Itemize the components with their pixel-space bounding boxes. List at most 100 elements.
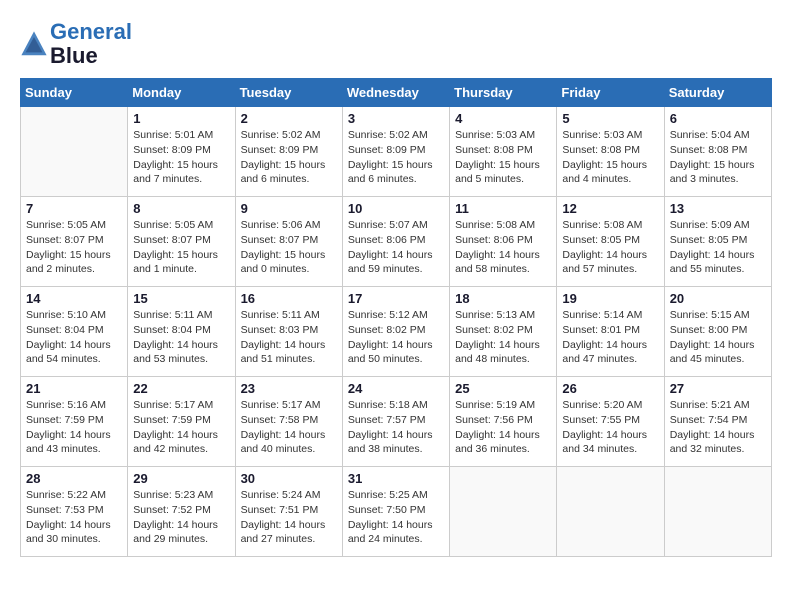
day-number: 24 — [348, 381, 444, 396]
day-number: 25 — [455, 381, 551, 396]
day-info: Sunrise: 5:17 AM Sunset: 7:58 PM Dayligh… — [241, 398, 337, 457]
logo-text-line1: General — [50, 20, 132, 44]
day-info: Sunrise: 5:11 AM Sunset: 8:03 PM Dayligh… — [241, 308, 337, 367]
calendar-cell: 5 Sunrise: 5:03 AM Sunset: 8:08 PM Daylig… — [557, 107, 664, 197]
day-info: Sunrise: 5:11 AM Sunset: 8:04 PM Dayligh… — [133, 308, 229, 367]
day-info: Sunrise: 5:01 AM Sunset: 8:09 PM Dayligh… — [133, 128, 229, 187]
day-info: Sunrise: 5:19 AM Sunset: 7:56 PM Dayligh… — [455, 398, 551, 457]
day-info: Sunrise: 5:03 AM Sunset: 8:08 PM Dayligh… — [562, 128, 658, 187]
calendar-cell: 18 Sunrise: 5:13 AM Sunset: 8:02 PM Dayli… — [450, 287, 557, 377]
day-number: 4 — [455, 111, 551, 126]
logo-text-line2: Blue — [50, 44, 132, 68]
day-info: Sunrise: 5:02 AM Sunset: 8:09 PM Dayligh… — [348, 128, 444, 187]
calendar-cell: 6 Sunrise: 5:04 AM Sunset: 8:08 PM Daylig… — [664, 107, 771, 197]
day-number: 26 — [562, 381, 658, 396]
calendar-cell: 20 Sunrise: 5:15 AM Sunset: 8:00 PM Dayli… — [664, 287, 771, 377]
day-number: 28 — [26, 471, 122, 486]
calendar-cell — [557, 467, 664, 557]
calendar-header-wednesday: Wednesday — [342, 79, 449, 107]
day-number: 1 — [133, 111, 229, 126]
day-info: Sunrise: 5:09 AM Sunset: 8:05 PM Dayligh… — [670, 218, 766, 277]
calendar-week-row-2: 7 Sunrise: 5:05 AM Sunset: 8:07 PM Daylig… — [21, 197, 772, 287]
calendar-cell: 26 Sunrise: 5:20 AM Sunset: 7:55 PM Dayli… — [557, 377, 664, 467]
day-info: Sunrise: 5:24 AM Sunset: 7:51 PM Dayligh… — [241, 488, 337, 547]
day-number: 14 — [26, 291, 122, 306]
day-number: 7 — [26, 201, 122, 216]
day-info: Sunrise: 5:17 AM Sunset: 7:59 PM Dayligh… — [133, 398, 229, 457]
calendar-cell: 27 Sunrise: 5:21 AM Sunset: 7:54 PM Dayli… — [664, 377, 771, 467]
day-info: Sunrise: 5:06 AM Sunset: 8:07 PM Dayligh… — [241, 218, 337, 277]
calendar-cell: 11 Sunrise: 5:08 AM Sunset: 8:06 PM Dayli… — [450, 197, 557, 287]
calendar-header-sunday: Sunday — [21, 79, 128, 107]
calendar-week-row-5: 28 Sunrise: 5:22 AM Sunset: 7:53 PM Dayli… — [21, 467, 772, 557]
day-number: 31 — [348, 471, 444, 486]
calendar-header-thursday: Thursday — [450, 79, 557, 107]
day-number: 18 — [455, 291, 551, 306]
day-info: Sunrise: 5:16 AM Sunset: 7:59 PM Dayligh… — [26, 398, 122, 457]
day-info: Sunrise: 5:13 AM Sunset: 8:02 PM Dayligh… — [455, 308, 551, 367]
calendar-cell — [664, 467, 771, 557]
calendar-cell: 1 Sunrise: 5:01 AM Sunset: 8:09 PM Daylig… — [128, 107, 235, 197]
day-number: 11 — [455, 201, 551, 216]
day-info: Sunrise: 5:07 AM Sunset: 8:06 PM Dayligh… — [348, 218, 444, 277]
calendar-header-row: SundayMondayTuesdayWednesdayThursdayFrid… — [21, 79, 772, 107]
day-info: Sunrise: 5:02 AM Sunset: 8:09 PM Dayligh… — [241, 128, 337, 187]
day-number: 15 — [133, 291, 229, 306]
day-number: 22 — [133, 381, 229, 396]
calendar-cell: 21Sunrise: 5:16 AM Sunset: 7:59 PM Dayli… — [21, 377, 128, 467]
calendar-cell: 29 Sunrise: 5:23 AM Sunset: 7:52 PM Dayli… — [128, 467, 235, 557]
day-info: Sunrise: 5:12 AM Sunset: 8:02 PM Dayligh… — [348, 308, 444, 367]
day-number: 19 — [562, 291, 658, 306]
calendar: SundayMondayTuesdayWednesdayThursdayFrid… — [20, 78, 772, 557]
calendar-cell: 19 Sunrise: 5:14 AM Sunset: 8:01 PM Dayli… — [557, 287, 664, 377]
calendar-cell: 8 Sunrise: 5:05 AM Sunset: 8:07 PM Daylig… — [128, 197, 235, 287]
day-number: 30 — [241, 471, 337, 486]
day-info: Sunrise: 5:03 AM Sunset: 8:08 PM Dayligh… — [455, 128, 551, 187]
day-info: Sunrise: 5:18 AM Sunset: 7:57 PM Dayligh… — [348, 398, 444, 457]
calendar-cell: 13Sunrise: 5:09 AM Sunset: 8:05 PM Dayli… — [664, 197, 771, 287]
logo-icon — [20, 30, 48, 58]
day-info: Sunrise: 5:08 AM Sunset: 8:06 PM Dayligh… — [455, 218, 551, 277]
calendar-cell: 22 Sunrise: 5:17 AM Sunset: 7:59 PM Dayli… — [128, 377, 235, 467]
calendar-cell: 9 Sunrise: 5:06 AM Sunset: 8:07 PM Daylig… — [235, 197, 342, 287]
calendar-header-tuesday: Tuesday — [235, 79, 342, 107]
day-number: 17 — [348, 291, 444, 306]
day-number: 16 — [241, 291, 337, 306]
day-number: 20 — [670, 291, 766, 306]
day-info: Sunrise: 5:04 AM Sunset: 8:08 PM Dayligh… — [670, 128, 766, 187]
calendar-cell: 3 Sunrise: 5:02 AM Sunset: 8:09 PM Daylig… — [342, 107, 449, 197]
day-info: Sunrise: 5:23 AM Sunset: 7:52 PM Dayligh… — [133, 488, 229, 547]
calendar-cell: 23 Sunrise: 5:17 AM Sunset: 7:58 PM Dayli… — [235, 377, 342, 467]
header: General Blue — [20, 20, 772, 68]
day-info: Sunrise: 5:15 AM Sunset: 8:00 PM Dayligh… — [670, 308, 766, 367]
day-number: 8 — [133, 201, 229, 216]
day-number: 12 — [562, 201, 658, 216]
calendar-week-row-1: 1 Sunrise: 5:01 AM Sunset: 8:09 PM Daylig… — [21, 107, 772, 197]
day-number: 5 — [562, 111, 658, 126]
day-number: 29 — [133, 471, 229, 486]
day-number: 10 — [348, 201, 444, 216]
day-number: 27 — [670, 381, 766, 396]
calendar-header-monday: Monday — [128, 79, 235, 107]
day-number: 23 — [241, 381, 337, 396]
logo: General Blue — [20, 20, 132, 68]
calendar-cell: 16 Sunrise: 5:11 AM Sunset: 8:03 PM Dayli… — [235, 287, 342, 377]
day-info: Sunrise: 5:08 AM Sunset: 8:05 PM Dayligh… — [562, 218, 658, 277]
day-number: 6 — [670, 111, 766, 126]
calendar-header-friday: Friday — [557, 79, 664, 107]
calendar-cell: 25 Sunrise: 5:19 AM Sunset: 7:56 PM Dayli… — [450, 377, 557, 467]
day-info: Sunrise: 5:10 AM Sunset: 8:04 PM Dayligh… — [26, 308, 122, 367]
day-info: Sunrise: 5:22 AM Sunset: 7:53 PM Dayligh… — [26, 488, 122, 547]
day-info: Sunrise: 5:20 AM Sunset: 7:55 PM Dayligh… — [562, 398, 658, 457]
day-info: Sunrise: 5:14 AM Sunset: 8:01 PM Dayligh… — [562, 308, 658, 367]
day-number: 3 — [348, 111, 444, 126]
day-info: Sunrise: 5:05 AM Sunset: 8:07 PM Dayligh… — [133, 218, 229, 277]
calendar-cell: 28 Sunrise: 5:22 AM Sunset: 7:53 PM Dayli… — [21, 467, 128, 557]
calendar-cell: 7Sunrise: 5:05 AM Sunset: 8:07 PM Daylig… — [21, 197, 128, 287]
day-info: Sunrise: 5:21 AM Sunset: 7:54 PM Dayligh… — [670, 398, 766, 457]
calendar-cell: 30 Sunrise: 5:24 AM Sunset: 7:51 PM Dayli… — [235, 467, 342, 557]
calendar-cell: 10 Sunrise: 5:07 AM Sunset: 8:06 PM Dayli… — [342, 197, 449, 287]
calendar-week-row-4: 21Sunrise: 5:16 AM Sunset: 7:59 PM Dayli… — [21, 377, 772, 467]
day-number: 9 — [241, 201, 337, 216]
calendar-cell: 17 Sunrise: 5:12 AM Sunset: 8:02 PM Dayli… — [342, 287, 449, 377]
